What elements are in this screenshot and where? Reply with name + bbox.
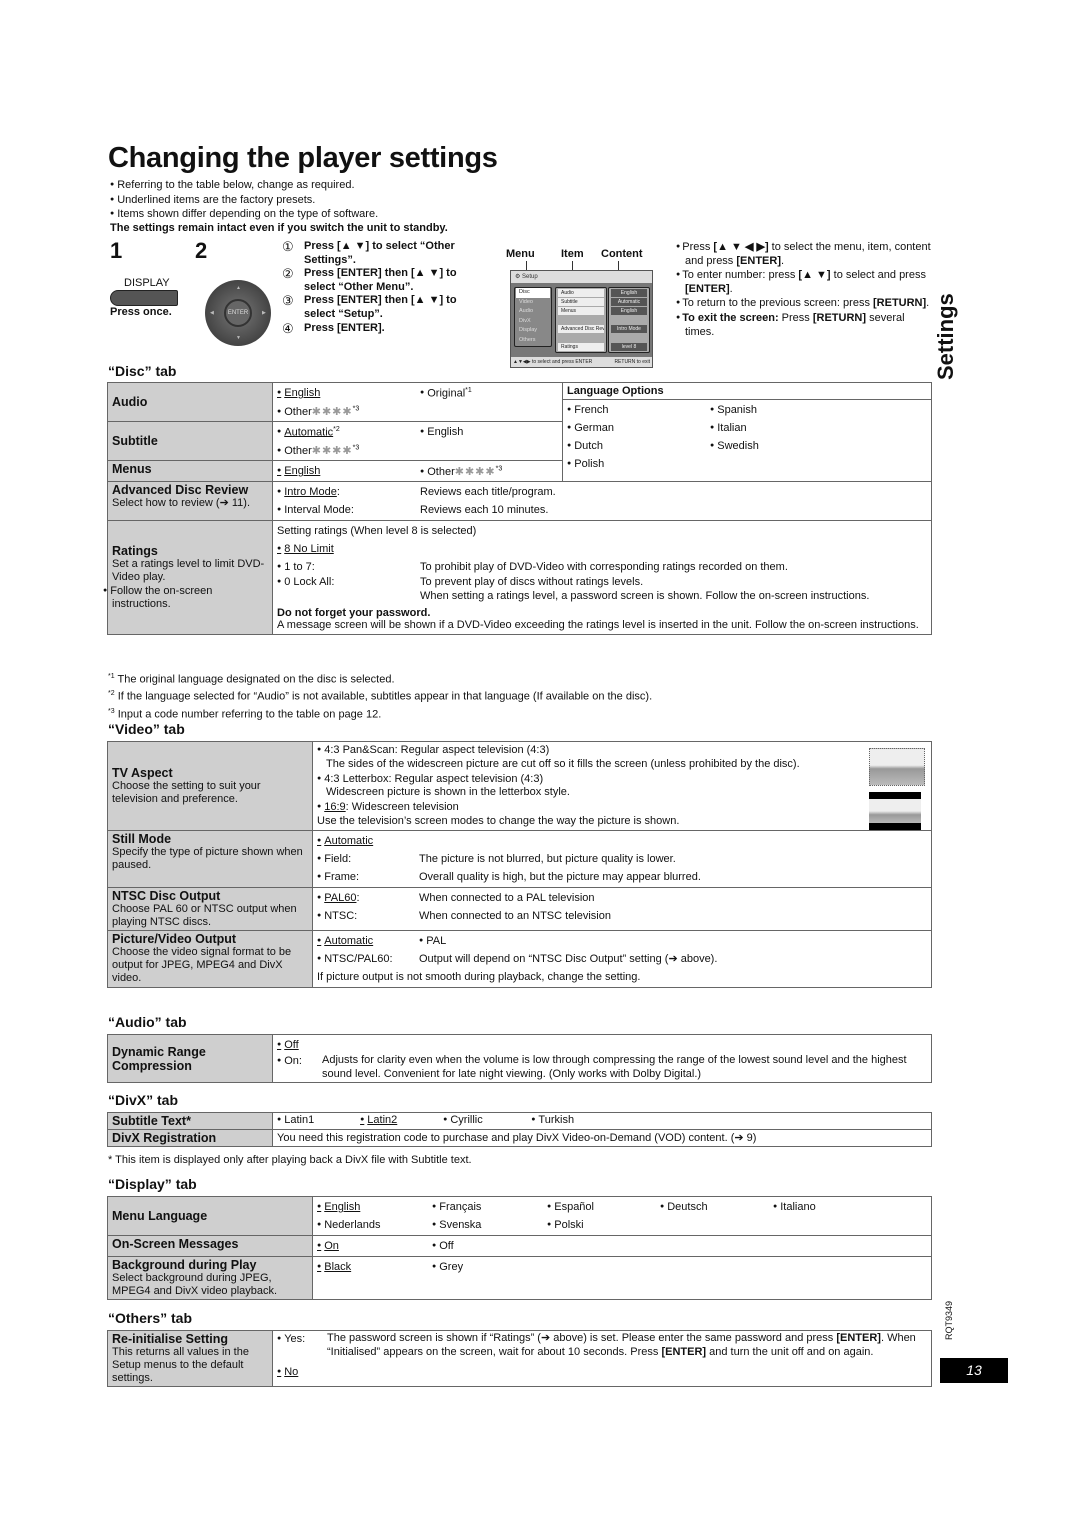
osd-content: Intro Mode [611,325,647,333]
step-list: ① Press [▲ ▼] to select “Other Settings”.… [282,240,474,335]
instruction-item: To enter number: press [▲ ▼] to select a… [676,268,936,296]
letterbox-thumbnail [869,792,921,830]
divx-footnote: * This item is displayed only after play… [108,1154,472,1166]
enter-label: ENTER [224,299,252,327]
osd-footer: ▲▼◀▶ to select and press ENTER RETURN to … [511,357,652,367]
step-item: ④ Press [ENTER]. [282,320,385,336]
osd-content: English [611,307,647,315]
table-row-tv-aspect: TV Aspect Choose the setting to suit your… [107,741,932,831]
display-button-label: DISPLAY [124,277,170,289]
instructions: Press [▲ ▼ ◀ ▶] to select the menu, item… [676,240,936,339]
step-item: ① Press [▲ ▼] to select “Other Settings”. [282,239,455,266]
osd-header-content: Content [601,248,643,260]
others-tab-heading: “Others” tab [108,1310,193,1326]
osd-menu-item: Others [519,336,536,343]
divx-tab-heading: “DivX” tab [108,1092,179,1108]
password-warning: Do not forget your password. [277,607,431,619]
table-row-advanced-disc-review: Advanced Disc Review Select how to review… [107,481,932,521]
osd-content: Automatic [611,298,647,306]
table-row-picture-video-output: Picture/Video Output Choose the video sig… [107,929,932,988]
disc-tab-table: Audio EnglishOriginal*1 Other✱✱✱✱*3 Lang… [107,382,932,635]
disc-tab-heading: “Disc” tab [108,363,177,379]
osd-content: English [611,289,647,297]
video-tab-heading: “Video” tab [108,721,185,737]
intro-line: Items shown differ depending on the type… [110,207,448,222]
osd-item: Advanced Disc Review [558,325,604,333]
divx-tab-table: Subtitle Text* Latin1 Latin2 Cyrillic Tu… [107,1112,932,1147]
intro: Referring to the table below, change as … [110,178,448,236]
dpad-enter-icon: ▲ ▼ ◀ ▶ ENTER [205,280,271,346]
table-row-on-screen-messages: On-Screen Messages OnOff [107,1235,932,1257]
osd-title: ⚙ Setup [511,271,652,283]
osd-menu-item: Video [519,298,533,305]
osd-menu-column: Disc Video Audio DivX Display Others [514,287,552,347]
audio-tab-table: Dynamic Range Compression Off On:Adjusts… [107,1034,932,1083]
press-once-label: Press once. [110,306,172,318]
document-code: RQT9349 [944,1300,954,1340]
osd-item: Ratings [558,343,604,351]
osd-content [611,316,647,324]
display-button-icon [110,290,178,306]
table-row-ntsc-disc-output: NTSC Disc Output Choose PAL 60 or NTSC ou… [107,886,932,931]
others-tab-table: Re-initialise Setting This returns all va… [107,1330,932,1387]
page-number: 13 [940,1358,1008,1383]
osd-header-menu: Menu [506,248,535,260]
intro-line: Referring to the table below, change as … [110,178,448,193]
display-tab-heading: “Display” tab [108,1176,197,1192]
table-row-menu-language: Menu Language English Français Español D… [107,1196,932,1236]
osd-content: level 8 [611,343,647,351]
pan-scan-thumbnail [869,748,925,786]
intro-bold-note: The settings remain intact even if you s… [110,222,448,235]
video-tab-table: TV Aspect Choose the setting to suit your… [107,741,932,988]
language-options-box: Language Options FrenchSpanish GermanIta… [562,382,932,482]
osd-item: Menus [558,307,604,315]
osd-item [558,334,604,342]
table-row-divx-registration: DivX Registration You need this registra… [107,1129,932,1147]
table-row-subtitle-text: Subtitle Text* Latin1 Latin2 Cyrillic Tu… [107,1112,932,1130]
osd-item [558,316,604,324]
osd-setup-screen: ⚙ Setup Disc Video Audio DivX Display Ot… [510,270,653,368]
table-row-background: Background during Play Select background … [107,1256,932,1300]
table-row-still-mode: Still Mode Specify the type of picture sh… [107,829,932,888]
osd-content [611,334,647,342]
osd-menu-item: DivX [519,317,531,324]
osd-header-item: Item [561,248,584,260]
instruction-item: To exit the screen: Press [RETURN] sever… [676,311,936,339]
osd-content-column: English Automatic English Intro Mode lev… [608,287,650,353]
osd-menu-item: Display [519,327,538,333]
display-tab-table: Menu Language English Français Español D… [107,1196,932,1300]
disc-footnotes: *1 The original language designated on t… [108,673,653,721]
instruction-item: Press [▲ ▼ ◀ ▶] to select the menu, item… [676,240,936,268]
table-row-dynamic-range: Dynamic Range Compression Off On:Adjusts… [107,1034,932,1083]
osd-item: Subtitle [558,298,604,306]
step-1-number: 1 [110,238,123,263]
osd-menu-item: Disc [516,288,550,298]
osd-item: Audio [558,289,604,297]
side-section-label: Settings [933,293,958,380]
osd-menu-item: Audio [519,308,534,314]
audio-tab-heading: “Audio” tab [108,1014,187,1030]
intro-line: Underlined items are the factory presets… [110,193,448,208]
instruction-item: To return to the previous screen: press … [676,296,936,311]
osd-item-column: Audio Subtitle Menus Advanced Disc Revie… [555,287,607,353]
table-row-reinitialise: Re-initialise Setting This returns all va… [107,1330,932,1387]
step-item: ③ Press [ENTER] then [▲ ▼] to select “Set… [282,293,457,320]
row-label: Audio [107,382,273,422]
table-row-ratings: Ratings Set a ratings level to limit DVD… [107,520,932,635]
page-title: Changing the player settings [108,142,498,174]
step-item: ② Press [ENTER] then [▲ ▼] to select “Oth… [282,266,457,293]
table-row-audio: Audio EnglishOriginal*1 Other✱✱✱✱*3 Lang… [107,382,932,482]
step-2-number: 2 [195,238,208,263]
